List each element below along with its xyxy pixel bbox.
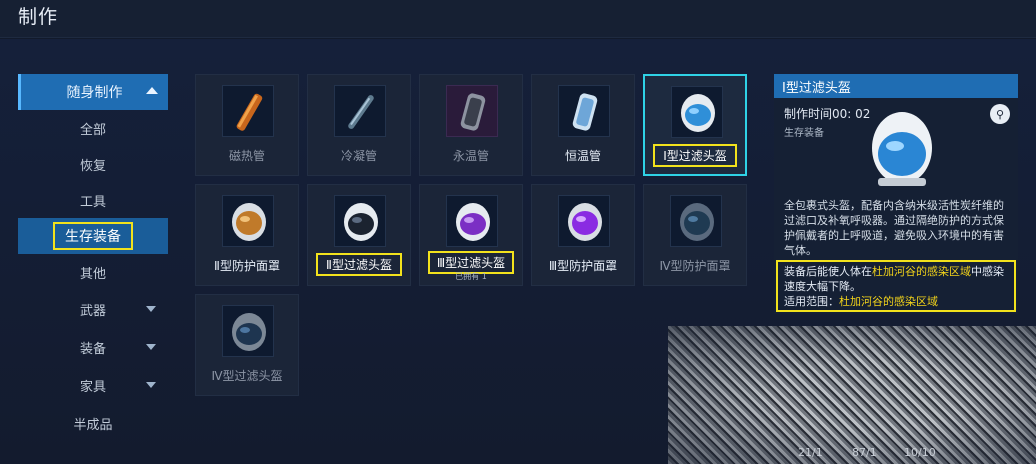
material-count: 87/1	[852, 446, 877, 459]
chevron-down-icon	[146, 306, 156, 312]
item-thumbnail	[334, 195, 386, 247]
item-thumbnail	[670, 195, 722, 247]
sidebar-section-portable-crafting[interactable]: 随身制作	[18, 74, 168, 110]
mask-icon	[680, 203, 714, 241]
item-thumbnail	[671, 86, 723, 138]
tube-icon	[236, 93, 263, 131]
sidebar-item-label: 半成品	[73, 417, 113, 433]
item-thumbnail	[446, 195, 498, 247]
scope-value: 杜加河谷的感染区域	[839, 295, 938, 308]
item-detail-panel: I型过滤头盔 制作时间00: 02 生存装备 ⚲ 全包裹式头盔，配备内含纳米级活…	[774, 74, 1018, 314]
helmet-preview-icon	[872, 112, 932, 186]
sidebar-item-label: 全部	[79, 122, 106, 138]
item-category: 生存装备	[784, 128, 824, 139]
sidebar-group-label: 家具	[79, 379, 106, 395]
recipe-label: Ⅳ型防护面罩	[659, 259, 731, 273]
sidebar-group-label: 装备	[79, 341, 106, 357]
effect-text: 装备后能使人体在	[784, 265, 872, 278]
recipe-label: I型过滤头盔	[653, 144, 737, 167]
material-count: 21/1	[798, 446, 823, 459]
recipe-card[interactable]: Ⅲ型过滤头盔 已拥有 1	[419, 184, 523, 286]
item-thumbnail	[446, 85, 498, 137]
sidebar-group-weapons[interactable]: 武器	[18, 290, 168, 328]
recipe-card[interactable]: Ⅳ型过滤头盔	[195, 294, 299, 396]
recipe-label: Ⅱ型防护面罩	[214, 259, 280, 273]
top-bar: 制作	[0, 0, 1036, 38]
sidebar-item-label: 恢复	[79, 158, 106, 174]
sidebar-group-label: 武器	[79, 303, 106, 319]
tube-icon	[348, 95, 374, 129]
page-title: 制作	[18, 6, 59, 28]
mask-icon	[568, 203, 602, 241]
item-thumbnail	[222, 85, 274, 137]
item-thumbnail	[334, 85, 386, 137]
sidebar-item-recovery[interactable]: 恢复	[18, 146, 168, 182]
category-sidebar: 随身制作 全部 恢复 工具 生存装备 其他 武器 装备 家具 半成品	[18, 74, 168, 442]
chevron-up-icon	[146, 87, 158, 94]
helmet-icon	[232, 313, 266, 351]
recipe-card[interactable]: Ⅱ型防护面罩	[195, 184, 299, 286]
helmet-icon	[456, 203, 490, 241]
recipe-card[interactable]: Ⅲ型防护面罩	[531, 184, 635, 286]
recipe-card[interactable]: 磁热管	[195, 74, 299, 176]
recipe-label: Ⅲ型防护面罩	[548, 259, 618, 273]
sidebar-item-all[interactable]: 全部	[18, 110, 168, 146]
sidebar-item-other[interactable]: 其他	[18, 254, 168, 290]
effect-zone: 杜加河谷的感染区域	[872, 265, 971, 278]
chevron-down-icon	[146, 382, 156, 388]
item-description: 全包裹式头盔，配备内含纳米级活性炭纤维的过滤口及补氧呼吸器。通过隔绝防护的方式保…	[784, 199, 1004, 257]
magnify-icon[interactable]: ⚲	[990, 104, 1010, 124]
craft-time: 制作时间00: 02	[784, 107, 871, 121]
material-counters: 21/1 87/1 10/10	[790, 446, 950, 462]
recipe-card[interactable]: 永温管	[419, 74, 523, 176]
item-thumbnail	[558, 195, 610, 247]
material-count: 10/10	[904, 446, 936, 459]
recipe-label: 磁热管	[228, 149, 265, 163]
mask-icon	[232, 203, 266, 241]
recipe-label: Ⅳ型过滤头盔	[211, 369, 283, 383]
sidebar-item-tools[interactable]: 工具	[18, 182, 168, 218]
sidebar-item-survival-gear[interactable]: 生存装备	[18, 218, 168, 254]
item-thumbnail	[222, 305, 274, 357]
scope-label: 适用范围：	[784, 295, 839, 308]
recipe-label: 冷凝管	[340, 149, 377, 163]
recipe-label: 恒温管	[564, 149, 601, 163]
recipe-card-selected[interactable]: I型过滤头盔	[643, 74, 747, 176]
recipe-label: Ⅱ型过滤头盔	[316, 253, 402, 276]
sidebar-item-label: 生存装备	[53, 222, 133, 250]
item-effect-box: 装备后能使人体在杜加河谷的感染区域中感染速度大幅下降。 适用范围：杜加河谷的感染…	[776, 260, 1016, 312]
obscured-region-fade	[668, 326, 1036, 464]
recipe-card[interactable]: Ⅱ型过滤头盔	[307, 184, 411, 286]
recipe-card[interactable]: 冷凝管	[307, 74, 411, 176]
canister-icon	[460, 93, 486, 131]
recipe-card[interactable]: Ⅳ型防护面罩	[643, 184, 747, 286]
sidebar-item-label: 工具	[79, 194, 106, 210]
sidebar-group-equipment[interactable]: 装备	[18, 328, 168, 366]
item-thumbnail	[222, 195, 274, 247]
sidebar-item-semi-finished[interactable]: 半成品	[18, 404, 168, 442]
chevron-down-icon	[146, 344, 156, 350]
sidebar-item-label: 其他	[79, 266, 106, 282]
owned-count: 已拥有 1	[455, 272, 487, 281]
sidebar-section-label: 随身制作	[66, 85, 123, 101]
canister-icon	[572, 93, 598, 131]
item-thumbnail	[558, 85, 610, 137]
helmet-icon	[344, 203, 378, 241]
recipe-label: 永温管	[452, 149, 489, 163]
detail-title: I型过滤头盔	[774, 74, 1018, 98]
recipe-card[interactable]: 恒温管	[531, 74, 635, 176]
helmet-icon	[681, 94, 715, 132]
sidebar-group-furniture[interactable]: 家具	[18, 366, 168, 404]
